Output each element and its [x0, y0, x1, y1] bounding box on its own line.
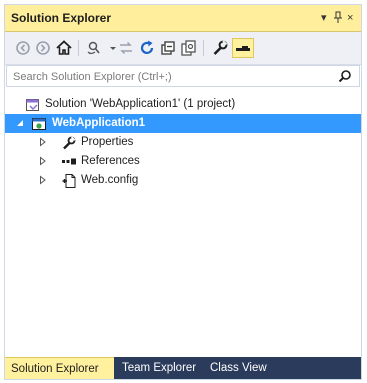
search-box	[6, 65, 360, 87]
web-project-icon	[31, 116, 47, 132]
tree-item-properties[interactable]: Properties	[5, 133, 361, 152]
tree-item-solution[interactable]: Solution 'WebApplication1' (1 project)	[5, 95, 361, 114]
tree-item-references[interactable]: References	[5, 152, 361, 171]
solution-explorer-panel: Solution Explorer ▾ × Search Solution Ex…	[4, 4, 362, 380]
tree-item-label: Solution 'WebApplication1' (1 project)	[45, 98, 236, 110]
sync-with-active-document-icon[interactable]	[116, 38, 136, 58]
refresh-icon[interactable]	[137, 38, 157, 58]
pending-changes-filter-icon[interactable]	[85, 38, 105, 58]
tab-solution-explorer[interactable]: Solution Explorer	[5, 357, 114, 379]
solution-tree: Solution 'WebApplication1' (1 project) W…	[5, 89, 361, 359]
show-all-files-icon[interactable]	[179, 38, 199, 58]
tab-class-view[interactable]: Class View	[204, 357, 273, 379]
tree-item-web-config[interactable]: Web.config	[5, 171, 361, 190]
tab-team-explorer[interactable]: Team Explorer	[116, 357, 202, 379]
home-icon[interactable]	[54, 38, 74, 58]
toolbar-separator	[78, 40, 79, 56]
wrench-icon	[61, 135, 77, 151]
tree-item-label: Properties	[81, 136, 134, 148]
config-file-icon	[61, 173, 77, 189]
expand-arrow-icon[interactable]	[38, 137, 48, 147]
expand-arrow-icon[interactable]	[38, 175, 48, 185]
toolbar	[5, 32, 361, 65]
expand-arrow-icon[interactable]	[38, 156, 48, 166]
back-icon[interactable]	[13, 38, 33, 58]
properties-icon[interactable]	[210, 38, 230, 58]
auto-hide-pin-icon[interactable]	[334, 11, 342, 27]
title-bar: Solution Explorer ▾ ×	[5, 5, 361, 32]
filter-dropdown-arrow-icon[interactable]	[103, 38, 116, 58]
collapse-all-icon[interactable]	[158, 38, 178, 58]
toolbar-separator	[203, 40, 204, 56]
tree-item-label: WebApplication1	[52, 117, 146, 129]
tree-item-label: Web.config	[81, 174, 139, 186]
search-icon[interactable]	[337, 69, 353, 85]
preview-selected-items-icon[interactable]	[232, 38, 254, 58]
search-input[interactable]	[13, 69, 333, 84]
close-panel-button[interactable]: ×	[347, 11, 353, 25]
forward-icon[interactable]	[33, 38, 53, 58]
tree-item-project[interactable]: WebApplication1	[5, 114, 361, 133]
panel-title: Solution Explorer	[11, 11, 112, 25]
solution-icon	[25, 97, 41, 113]
tree-item-label: References	[81, 155, 140, 167]
window-position-dropdown-icon[interactable]: ▾	[321, 11, 327, 25]
collapse-arrow-icon[interactable]	[15, 118, 25, 128]
references-icon	[61, 154, 77, 170]
tool-window-tabs: Solution Explorer Team Explorer Class Vi…	[5, 357, 361, 379]
